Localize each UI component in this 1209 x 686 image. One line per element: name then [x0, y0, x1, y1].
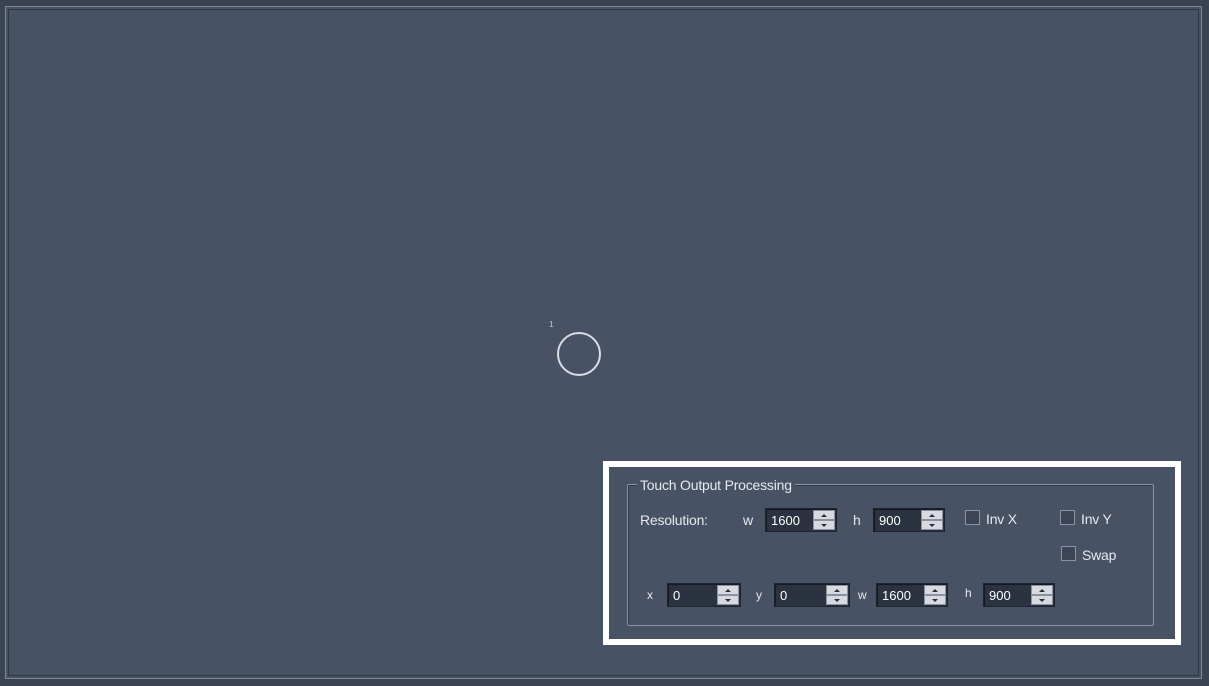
touch-point-id: 1 [549, 320, 554, 329]
crop-width-value[interactable]: 1600 [882, 588, 911, 603]
crop-height-down-button[interactable] [1031, 595, 1053, 605]
res-width-spinbox[interactable]: 1600 [765, 508, 837, 532]
crop-width-up-button[interactable] [924, 585, 946, 595]
crop-height-spinbox[interactable]: 900 [983, 583, 1055, 607]
touch-output-panel: Touch Output Processing Resolution: w 16… [609, 467, 1175, 639]
x-down-button[interactable] [717, 595, 739, 605]
group-title: Touch Output Processing [637, 477, 795, 493]
res-width-down-button[interactable] [813, 520, 835, 530]
crop-w-label: w [858, 588, 867, 602]
res-height-up-button[interactable] [921, 510, 943, 520]
crop-width-spinbox[interactable]: 1600 [876, 583, 948, 607]
swap-checkbox[interactable] [1061, 546, 1076, 561]
swap-label[interactable]: Swap [1082, 547, 1116, 563]
inv-y-checkbox[interactable] [1060, 510, 1075, 525]
crop-height-up-button[interactable] [1031, 585, 1053, 595]
touch-point-circle [557, 332, 601, 376]
x-label: x [647, 588, 653, 602]
x-up-button[interactable] [717, 585, 739, 595]
crop-height-value[interactable]: 900 [989, 588, 1011, 603]
y-value[interactable]: 0 [780, 588, 787, 603]
y-label: y [756, 588, 762, 602]
inv-x-label[interactable]: Inv X [986, 511, 1017, 527]
x-value[interactable]: 0 [673, 588, 680, 603]
res-height-value[interactable]: 900 [879, 513, 901, 528]
inv-y-label[interactable]: Inv Y [1081, 511, 1112, 527]
res-h-label: h [853, 512, 861, 528]
y-down-button[interactable] [826, 595, 848, 605]
res-width-up-button[interactable] [813, 510, 835, 520]
res-height-down-button[interactable] [921, 520, 943, 530]
inv-x-checkbox[interactable] [965, 510, 980, 525]
crop-h-label: h [965, 586, 972, 600]
resolution-label: Resolution: [640, 512, 708, 528]
res-width-value[interactable]: 1600 [771, 513, 813, 528]
crop-width-down-button[interactable] [924, 595, 946, 605]
res-height-spinbox[interactable]: 900 [873, 508, 945, 532]
y-spinbox[interactable]: 0 [774, 583, 850, 607]
y-up-button[interactable] [826, 585, 848, 595]
x-spinbox[interactable]: 0 [667, 583, 741, 607]
res-w-label: w [743, 512, 753, 528]
